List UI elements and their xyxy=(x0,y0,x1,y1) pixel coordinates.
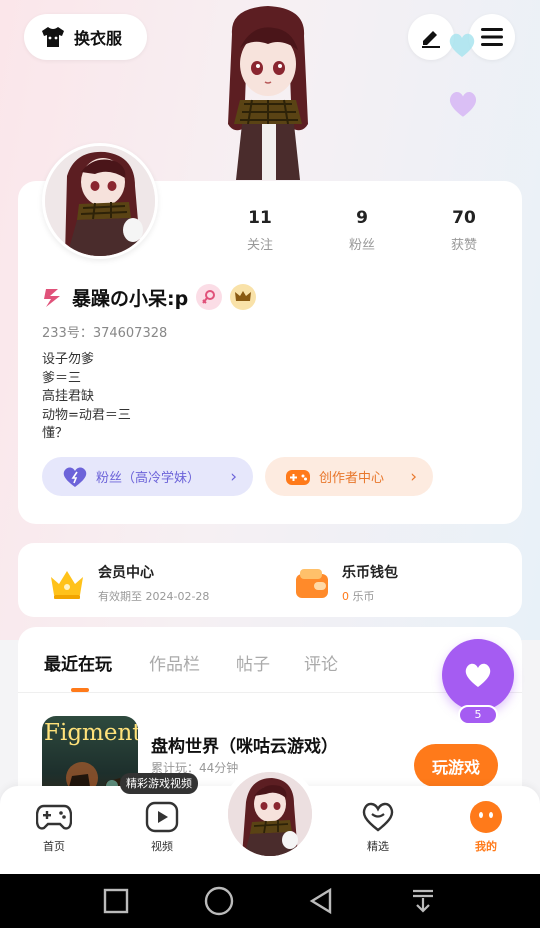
back-button[interactable] xyxy=(303,883,339,919)
fans-group-label: 粉丝（高冷学妹） xyxy=(96,471,201,486)
coin-amount: 0 xyxy=(342,590,349,603)
crown-icon xyxy=(51,571,83,599)
chevron-right-icon: › xyxy=(410,467,417,487)
stat-value: 9 xyxy=(356,208,368,228)
floating-heart-icon xyxy=(449,33,475,57)
creator-center-button[interactable]: 创作者中心 › xyxy=(265,457,433,496)
play-icon xyxy=(145,801,179,833)
fans-group-button[interactable]: 粉丝（高冷学妹） › xyxy=(42,457,253,496)
username-row: 暴躁の小呆:p xyxy=(42,283,257,311)
pull-down-icon xyxy=(413,889,433,913)
tab-recent-played[interactable]: 最近在玩 xyxy=(44,650,112,675)
user-bio: 设子勿爹 爹＝三 高挂君缺 动物=动君＝三 懂？ xyxy=(42,352,131,441)
shirt-icon xyxy=(42,27,64,47)
avatar[interactable] xyxy=(42,143,158,259)
nav-home-label: 首页 xyxy=(43,840,65,853)
member-center-entry[interactable]: 会员中心 有效期至 2024-02-28 xyxy=(48,562,209,604)
member-expiry: 有效期至 2024-02-28 xyxy=(98,590,210,603)
notification-pull-button[interactable] xyxy=(405,883,441,919)
menu-icon xyxy=(481,28,503,46)
tab-works[interactable]: 作品栏 xyxy=(149,650,200,675)
nav-featured-label: 精选 xyxy=(367,840,389,853)
stat-label: 获赞 xyxy=(450,238,477,253)
dress-up-label: 换衣服 xyxy=(74,29,123,48)
game-thumb-title: Figment xyxy=(44,720,138,746)
video-tooltip: 精彩游戏视频 xyxy=(120,773,198,794)
stat-following[interactable]: 11 关注 xyxy=(230,208,290,253)
back-triangle-icon xyxy=(309,887,332,915)
stat-value: 70 xyxy=(452,208,476,228)
gamepad-icon xyxy=(286,469,310,485)
nav-mine[interactable]: 我的 xyxy=(451,798,521,854)
tab-posts[interactable]: 帖子 xyxy=(236,650,270,675)
dress-up-button[interactable]: 换衣服 xyxy=(24,14,147,60)
nav-home[interactable]: 首页 xyxy=(19,798,89,854)
gamepad-icon xyxy=(36,804,72,830)
coin-balance: 0 乐币 xyxy=(342,588,398,604)
lightning-icon xyxy=(44,289,60,307)
stat-followers[interactable]: 9 粉丝 xyxy=(332,208,392,253)
crown-badge-icon[interactable] xyxy=(230,284,257,310)
like-count-badge: 5 xyxy=(458,705,498,725)
play-game-button[interactable]: 玩游戏 xyxy=(414,744,498,787)
stat-value: 11 xyxy=(248,208,272,228)
nav-video-label: 视频 xyxy=(151,840,173,853)
face-icon xyxy=(470,801,502,833)
wallet-icon xyxy=(296,569,328,598)
nav-video[interactable]: 视频 xyxy=(127,798,197,854)
nav-avatar-button[interactable] xyxy=(228,772,312,856)
avatar-character[interactable] xyxy=(212,4,324,182)
floating-heart-icon xyxy=(449,91,477,117)
user-id: 233号：374607328 xyxy=(42,326,168,341)
avatar-image xyxy=(45,146,155,256)
nav-avatar-image xyxy=(228,772,312,856)
pen-icon xyxy=(422,31,440,48)
tab-comments[interactable]: 评论 xyxy=(304,650,338,675)
stat-label: 粉丝 xyxy=(348,238,375,253)
chevron-right-icon: › xyxy=(230,467,237,487)
username: 暴躁の小呆:p xyxy=(72,287,189,310)
square-icon xyxy=(103,888,129,914)
heart-outline-icon xyxy=(362,802,394,832)
circle-icon xyxy=(204,886,234,916)
home-button[interactable] xyxy=(201,883,237,919)
recent-apps-button[interactable] xyxy=(98,883,134,919)
stat-likes[interactable]: 70 获赞 xyxy=(434,208,494,253)
female-gender-icon xyxy=(196,284,223,310)
coin-wallet-entry[interactable]: 乐币钱包 0 乐币 xyxy=(294,562,398,604)
coin-unit: 乐币 xyxy=(352,590,375,603)
coin-wallet-title: 乐币钱包 xyxy=(342,565,398,581)
nav-featured[interactable]: 精选 xyxy=(343,798,413,854)
nav-mine-label: 我的 xyxy=(475,840,497,853)
stat-label: 关注 xyxy=(246,238,273,253)
creator-center-label: 创作者中心 xyxy=(319,471,385,486)
system-navigation-bar xyxy=(0,874,540,928)
floating-like-button[interactable] xyxy=(442,639,514,711)
heart-icon xyxy=(465,663,491,687)
heart-icon xyxy=(63,466,87,487)
game-title[interactable]: 盘构世界（咪咕云游戏） xyxy=(151,732,338,757)
member-center-title: 会员中心 xyxy=(98,565,154,581)
